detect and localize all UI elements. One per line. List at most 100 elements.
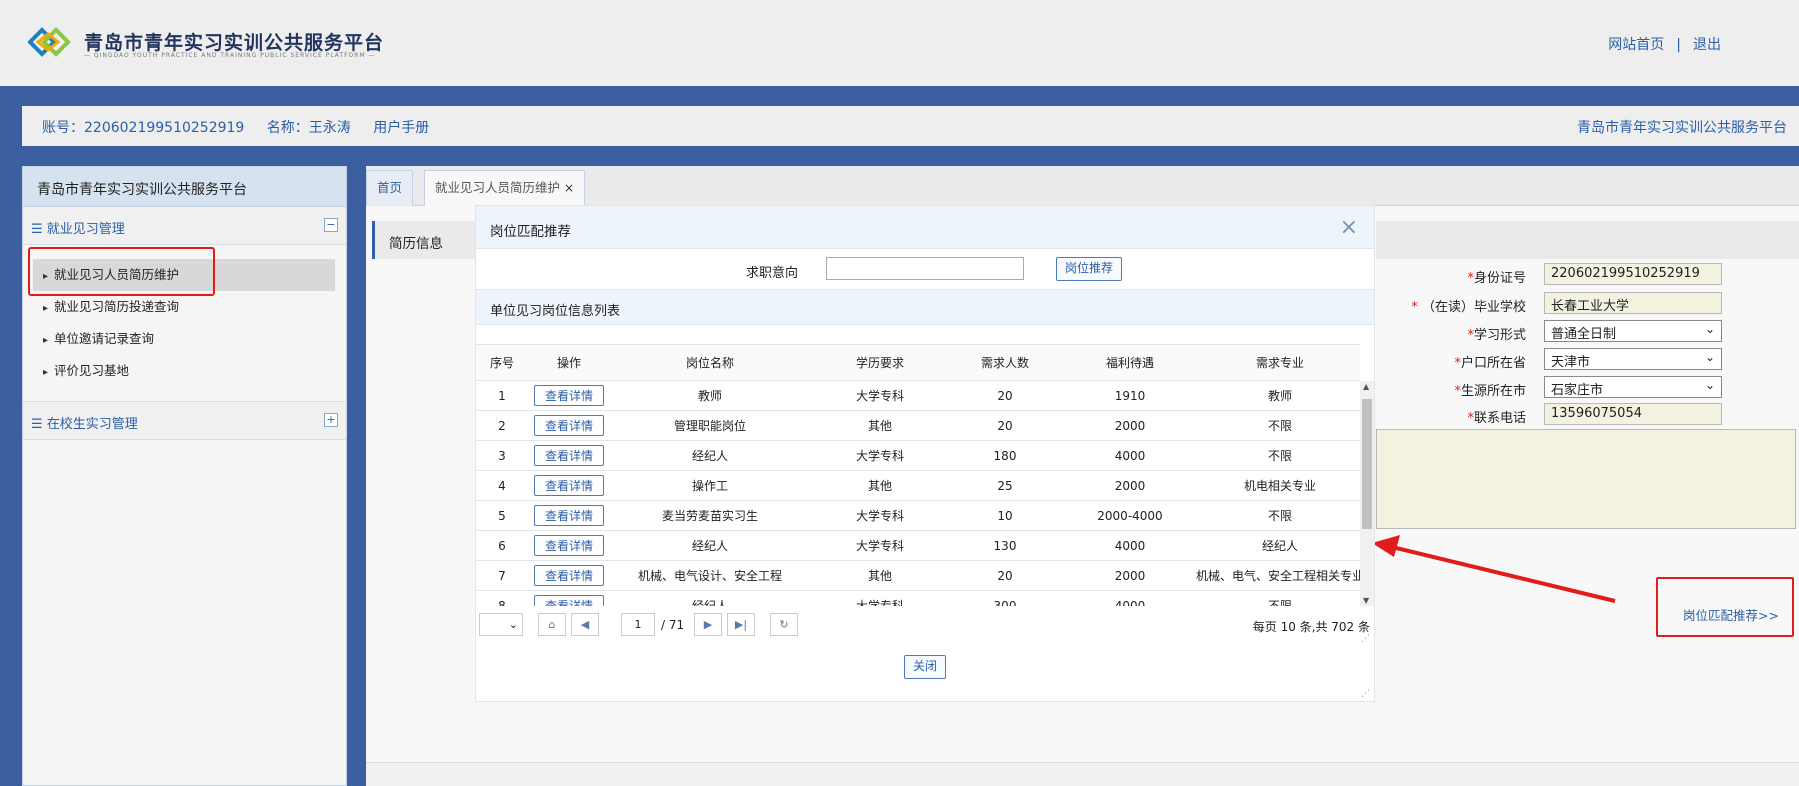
- table-cell: 经纪人: [1200, 531, 1360, 560]
- resume-info-tab[interactable]: 简历信息: [372, 221, 482, 259]
- cell-text: 机械、电气、安全工程相关专业: [1196, 569, 1360, 583]
- cell-text: 经纪人: [691, 449, 728, 463]
- first-page-icon[interactable]: ⌂: [538, 613, 566, 636]
- view-detail-button[interactable]: 查看详情: [533, 415, 604, 436]
- table-cell: 1: [476, 381, 528, 410]
- page-info: 每页 10 条,共 702 条: [1252, 620, 1370, 634]
- cell-text: 大学专科: [855, 389, 904, 403]
- study-form-select[interactable]: 普通全日制 ⌄: [1544, 320, 1722, 342]
- site-home-link[interactable]: 网站首页: [1608, 37, 1664, 53]
- cell-text: 其他: [867, 569, 892, 583]
- table-row: 6 查看详情 经纪人 大学专科 130 4000 经纪人: [476, 531, 1360, 561]
- table-cell: 大学专科: [810, 531, 950, 560]
- next-page-icon[interactable]: ▶: [694, 613, 722, 636]
- table-cell: 不限: [1200, 411, 1360, 440]
- cell-text: 其他: [867, 479, 892, 493]
- cell-text: 2000: [1114, 568, 1146, 583]
- table-cell: 查看详情: [528, 561, 610, 590]
- cell-text: 8: [498, 598, 506, 607]
- province-select[interactable]: 天津市 ⌄: [1544, 348, 1722, 370]
- cell-text: 不限: [1267, 599, 1292, 606]
- tab-resume[interactable]: 就业见习人员简历维护 ×: [424, 170, 586, 206]
- logout-link[interactable]: 退出: [1693, 37, 1721, 53]
- sidebar-group-label: 就业见习管理: [46, 222, 125, 237]
- account-number: 账号：220602199510252919: [42, 120, 245, 136]
- logo-title: 青岛市青年实习实训公共服务平台: [84, 32, 385, 54]
- view-detail-button[interactable]: 查看详情: [533, 595, 604, 606]
- tab-home[interactable]: 首页: [366, 170, 414, 206]
- vertical-scrollbar[interactable]: ▲ ▼: [1360, 381, 1374, 606]
- cell-text: 1: [498, 388, 506, 403]
- close-dialog-button[interactable]: 关闭: [904, 655, 946, 679]
- scroll-up-icon[interactable]: ▲: [1363, 382, 1369, 391]
- page-size-select[interactable]: ⌄: [479, 613, 523, 636]
- chevron-down-icon: ⌄: [1704, 350, 1715, 364]
- column-header: 学历要求: [855, 356, 904, 370]
- field-label: 户口所在省: [1460, 356, 1526, 371]
- chevron-down-icon: ⌄: [1704, 322, 1715, 336]
- sidebar-group-student-internship[interactable]: ☰ 在校生实习管理 +: [23, 402, 346, 440]
- form-row-city: *生源所在市 石家庄市 ⌄: [1366, 376, 1796, 400]
- last-page-icon[interactable]: ▶|: [727, 613, 755, 636]
- view-detail-button[interactable]: 查看详情: [533, 445, 604, 466]
- page-number-input[interactable]: 1: [621, 613, 655, 636]
- table-cell: 4: [476, 471, 528, 500]
- user-manual-link[interactable]: 用户手册: [373, 120, 429, 136]
- sidebar-item-invitation-query[interactable]: 单位邀请记录查询: [33, 323, 335, 355]
- sidebar-item-evaluate-base[interactable]: 评价见习基地: [33, 355, 335, 387]
- cell-text: 4000: [1114, 598, 1146, 607]
- table-cell: 查看详情: [528, 381, 610, 410]
- table-cell: 机电相关专业: [1200, 471, 1360, 500]
- close-icon[interactable]: ×: [564, 181, 574, 195]
- collapse-icon[interactable]: −: [324, 218, 338, 232]
- resume-textarea[interactable]: [1376, 429, 1796, 529]
- resize-grip-icon[interactable]: ⋰: [1361, 689, 1370, 699]
- table-cell: 2000-4000: [1060, 501, 1200, 530]
- expand-icon[interactable]: +: [324, 413, 338, 427]
- recommend-button[interactable]: 岗位推荐: [1056, 257, 1122, 281]
- scroll-down-icon[interactable]: ▼: [1363, 596, 1369, 605]
- job-intention-input[interactable]: [826, 257, 1024, 280]
- top-links: 网站首页 | 退出: [1602, 34, 1727, 54]
- cell-text: 机械、电气设计、安全工程: [637, 569, 782, 583]
- id-number-field[interactable]: 220602199510252919: [1544, 263, 1722, 285]
- table-header: 序号 操作 岗位名称 学历要求 需求人数 福利待遇 需求专业: [476, 345, 1360, 381]
- close-icon[interactable]: ×: [1340, 215, 1358, 240]
- sidebar-title: 青岛市青年实习实训公共服务平台: [23, 167, 346, 207]
- job-intention-label: 求职意向: [746, 266, 799, 281]
- school-field[interactable]: 长春工业大学: [1544, 292, 1722, 314]
- sidebar-group-employment[interactable]: ☰ 就业见习管理 −: [23, 207, 346, 245]
- annotation-arrow-icon: [1372, 535, 1616, 603]
- cell-text: 麦当劳麦苗实习生: [661, 509, 758, 523]
- table-cell: 4000: [1060, 531, 1200, 560]
- refresh-icon[interactable]: ↻: [770, 613, 798, 636]
- total-pages: / 71: [661, 618, 685, 632]
- form-row-study-form: *学习形式 普通全日制 ⌄: [1366, 320, 1796, 344]
- view-detail-button[interactable]: 查看详情: [533, 385, 604, 406]
- form-row-phone: *联系电话 13596075054: [1366, 403, 1796, 427]
- view-detail-button[interactable]: 查看详情: [533, 475, 604, 496]
- view-detail-button[interactable]: 查看详情: [533, 505, 604, 526]
- table-cell: 大学专科: [810, 501, 950, 530]
- prev-page-icon[interactable]: ◀: [571, 613, 599, 636]
- cell-text: 4000: [1114, 538, 1146, 553]
- table-body: 1 查看详情 教师 大学专科 20 1910 教师 2 查看详情 管理职能岗位 其他 20 2000 不限…: [476, 381, 1360, 606]
- cell-text: 300: [993, 598, 1017, 607]
- view-detail-button[interactable]: 查看详情: [533, 535, 604, 556]
- logo-subtitle: — QINGDAO YOUTH PRACTICE AND TRAINING PU…: [84, 52, 376, 59]
- cell-text: 7: [498, 568, 506, 583]
- table-cell: 查看详情: [528, 411, 610, 440]
- field-label: 生源所在市: [1460, 384, 1526, 399]
- table-cell: 管理职能岗位: [610, 411, 810, 440]
- column-header: 序号: [489, 356, 514, 370]
- city-select[interactable]: 石家庄市 ⌄: [1544, 376, 1722, 398]
- table-row: 4 查看详情 操作工 其他 25 2000 机电相关专业: [476, 471, 1360, 501]
- scroll-thumb[interactable]: [1362, 399, 1372, 529]
- cell-text: 1910: [1114, 388, 1146, 403]
- tab-label: 就业见习人员简历维护: [435, 180, 561, 195]
- table-cell: 操作工: [610, 471, 810, 500]
- view-detail-button[interactable]: 查看详情: [533, 565, 604, 586]
- resume-header-strip: [1376, 221, 1799, 259]
- phone-field[interactable]: 13596075054: [1544, 403, 1722, 425]
- cell-text: 教师: [697, 389, 722, 403]
